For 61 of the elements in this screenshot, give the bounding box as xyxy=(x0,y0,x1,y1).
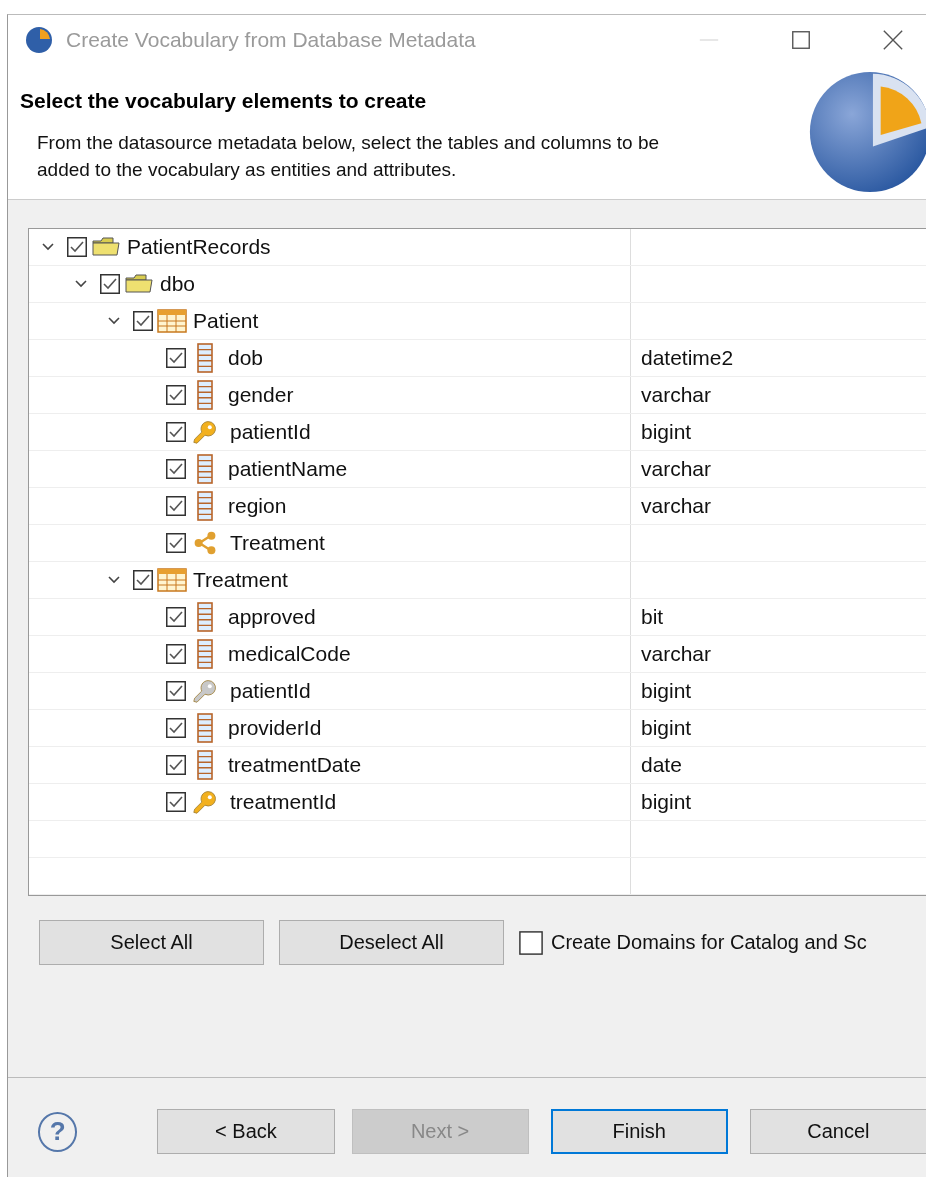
tree-item-label[interactable]: providerId xyxy=(228,716,322,740)
wizard-button[interactable]: Finish xyxy=(550,1109,728,1154)
checkbox[interactable] xyxy=(166,385,186,405)
help-button[interactable]: ? xyxy=(38,1111,78,1152)
tree-item-label[interactable]: patientId xyxy=(230,420,311,444)
app-icon xyxy=(24,25,54,55)
checkbox[interactable] xyxy=(166,755,186,775)
data-type-text: varchar xyxy=(641,457,712,481)
page-title: Select the vocabulary elements to create xyxy=(20,89,428,113)
checkbox[interactable] xyxy=(166,681,186,701)
checkbox[interactable] xyxy=(166,348,186,368)
tree-item-label[interactable]: PatientRecords xyxy=(127,235,271,259)
tree-item-label[interactable]: region xyxy=(228,494,287,518)
checkbox[interactable] xyxy=(133,311,153,331)
window-title: Create Vocabulary from Database Metadata xyxy=(66,28,476,52)
table-icon xyxy=(157,309,187,333)
checkbox[interactable] xyxy=(166,533,186,553)
tree-item-label[interactable]: approved xyxy=(228,605,316,629)
tree-action-button[interactable]: Deselect All xyxy=(279,920,504,965)
data-type-text: bigint xyxy=(641,790,692,814)
folder-icon xyxy=(124,272,154,296)
tree-item-label[interactable]: medicalCode xyxy=(228,642,351,666)
folder-icon xyxy=(91,235,121,259)
wizard-button[interactable]: Cancel xyxy=(749,1109,926,1154)
tree-item-label[interactable]: treatmentId xyxy=(230,790,337,814)
checkbox[interactable] xyxy=(166,644,186,664)
table-icon xyxy=(157,568,187,592)
checkbox[interactable] xyxy=(100,274,120,294)
tree-item-label[interactable]: treatmentDate xyxy=(228,753,362,777)
wizard-button[interactable]: < Back xyxy=(157,1109,335,1154)
tree-item-label[interactable]: Treatment xyxy=(193,568,288,592)
tree-item-label[interactable]: gender xyxy=(228,383,294,407)
tree-item-label[interactable]: Patient xyxy=(193,309,259,333)
data-type-text: bit xyxy=(641,605,664,629)
checkbox[interactable] xyxy=(166,792,186,812)
tree-item-label[interactable]: dob xyxy=(228,346,264,370)
tree-item-label[interactable]: patientName xyxy=(228,457,348,481)
data-type-text: varchar xyxy=(641,642,712,666)
data-type-text: varchar xyxy=(641,383,712,407)
checkbox[interactable] xyxy=(166,422,186,442)
tree-item-label[interactable]: dbo xyxy=(160,272,196,296)
tree-item-label[interactable]: patientId xyxy=(230,679,311,703)
option-label: Create Domains for Catalog and Sc xyxy=(551,931,867,954)
checkbox[interactable] xyxy=(166,607,186,627)
data-type-text: bigint xyxy=(641,679,692,703)
tree-action-button[interactable]: Select All xyxy=(39,920,264,965)
data-type-text: bigint xyxy=(641,420,692,444)
checkbox[interactable] xyxy=(166,496,186,516)
data-type-text: bigint xyxy=(641,716,692,740)
page-description: From the datasource metadata below, select the tables and columns to be added to the vocabulary as entities and attributes. xyxy=(36,131,661,182)
data-type-text: datetime2 xyxy=(641,346,734,370)
checkbox[interactable] xyxy=(166,718,186,738)
tree-item-label[interactable]: Treatment xyxy=(230,531,325,555)
data-type-text: date xyxy=(641,753,682,777)
close-icon[interactable] xyxy=(882,29,904,51)
checkbox[interactable] xyxy=(519,930,543,955)
checkbox[interactable] xyxy=(166,459,186,479)
checkbox[interactable] xyxy=(133,570,153,590)
data-type-text: varchar xyxy=(641,494,712,518)
maximize-icon[interactable] xyxy=(790,29,812,51)
checkbox[interactable] xyxy=(67,237,87,257)
